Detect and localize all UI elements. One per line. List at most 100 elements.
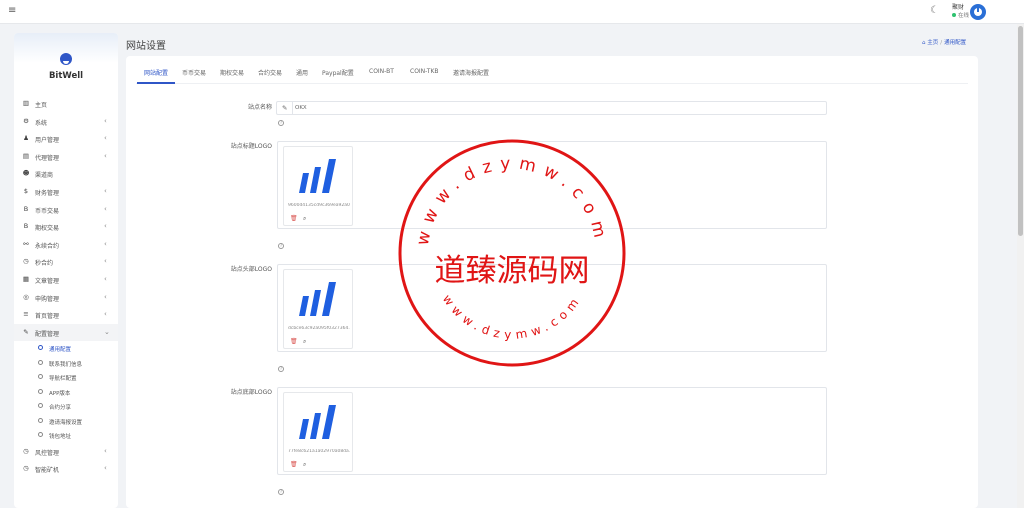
wrench-icon: ✎ (23, 327, 29, 336)
trash-icon[interactable]: 🗑 (290, 461, 298, 468)
chevron-left-icon: ‹ (104, 222, 107, 231)
tab-4[interactable]: 通用 (296, 68, 308, 77)
exchange-logo-icon (299, 405, 336, 439)
tab-3[interactable]: 合约交易 (258, 68, 282, 77)
logo-footer-upload[interactable]: 77fe8c621a1a02970a08da... 🗑 ⌕ (277, 387, 827, 475)
circle-icon (38, 388, 43, 394)
newspaper-icon: ▦ (22, 274, 30, 283)
submenu-item-3[interactable]: APP版本 (14, 385, 118, 400)
help-icon[interactable]: ? (278, 489, 284, 495)
circle-icon (38, 374, 43, 380)
breadcrumb: ⌂ 主页 / 通用配置 (922, 38, 966, 46)
chevron-left-icon: ‹ (104, 151, 107, 160)
bitcoin-icon: B (23, 204, 29, 213)
submenu-item-label: APP版本 (49, 390, 71, 397)
online-dot-icon (952, 13, 956, 17)
sidebar-item-after-1[interactable]: ◷ 智能矿机 ‹ (14, 460, 118, 478)
tab-bar: 网站配置 币币交易 期权交易 合约交易 通用 Paypal配置 COIN-BT COIN-TK… (136, 56, 968, 84)
dollar-icon: $ (23, 186, 29, 195)
site-name-field-wrap: ✎ (276, 101, 827, 115)
sidebar-item-label: 申购管理 (35, 295, 60, 303)
site-name-input[interactable] (295, 103, 795, 113)
tab-8[interactable]: 邀请海报配置 (453, 68, 489, 77)
sidebar-item-4[interactable]: ☻ 渠道商 (14, 165, 118, 183)
sidebar-item-label: 渠道商 (35, 172, 54, 180)
sidebar-item-3[interactable]: ▤ 代理管理 ‹ (14, 148, 118, 166)
sidebar-item-7[interactable]: B 期权交易 ‹ (14, 218, 118, 236)
sidebar-item-9[interactable]: ◷ 秒合约 ‹ (14, 253, 118, 271)
sidebar-item-13[interactable]: ✎ 配置管理 ⌄ (14, 323, 118, 342)
tab-7[interactable]: COIN-TKB (410, 68, 439, 75)
tab-2[interactable]: 期权交易 (220, 68, 244, 77)
sidebar-item-after-0[interactable]: ◷ 风控管理 ‹ (14, 443, 118, 461)
submenu-item-label: 联系我们信息 (49, 361, 83, 368)
submenu-item-1[interactable]: 联系我们信息 (14, 356, 118, 371)
pencil-icon: ✎ (282, 104, 288, 112)
circle-icon (38, 359, 43, 365)
sidebar-item-label: 用户管理 (35, 137, 60, 145)
sidebar-item-label: 期权交易 (35, 225, 60, 233)
sidebar: BitWell ▥ 主页 ⚙ 系统 ‹ ♟ 用户管理 ‹ ▤ 代理管理 ‹ ☻ 渠道商 $ 财务管理 ‹ B 币币… (14, 33, 118, 508)
logo-footer-label: 站点底部LOGO (230, 389, 272, 396)
trash-icon[interactable]: 🗑 (290, 215, 298, 222)
user-icon: ♟ (23, 134, 29, 143)
moon-icon[interactable]: ☾ (930, 5, 939, 16)
zoom-icon[interactable]: ⌕ (303, 215, 306, 223)
circle-icon (38, 345, 43, 351)
submenu-item-4[interactable]: 合约分享 (14, 399, 118, 414)
help-icon[interactable]: ? (278, 366, 284, 372)
sidebar-item-11[interactable]: ◎ 申购管理 ‹ (14, 289, 118, 307)
sidebar-item-label: 首页管理 (35, 313, 60, 321)
tab-5[interactable]: Paypal配置 (322, 68, 354, 77)
sidebar-item-10[interactable]: ▦ 文章管理 ‹ (14, 271, 118, 289)
sidebar-nav: ▥ 主页 ⚙ 系统 ‹ ♟ 用户管理 ‹ ▤ 代理管理 ‹ ☻ 渠道商 $ 财务管理 ‹ B 币币交易 ‹ B 期权交易… (14, 95, 118, 478)
submenu-item-2[interactable]: 导航栏配置 (14, 370, 118, 385)
submenu-item-label: 钱包地址 (49, 434, 72, 441)
chevron-left-icon: ‹ (104, 292, 107, 301)
home-icon: ⌂ (922, 40, 926, 46)
logo-title-filename: 9600d4135cd9c369ea92a0... (288, 203, 350, 208)
logo-footer-thumb: 77fe8c621a1a02970a08da... 🗑 ⌕ (283, 392, 353, 472)
chevron-left-icon: ‹ (104, 239, 107, 248)
submenu-item-0[interactable]: 通用配置 (14, 341, 118, 356)
list-icon: ≡ (23, 310, 29, 319)
chevron-left-icon: ‹ (104, 204, 107, 213)
user-circle-icon: ☻ (22, 169, 30, 178)
submenu-item-5[interactable]: 邀请海报设置 (14, 414, 118, 429)
sidebar-item-label: 币币交易 (35, 207, 60, 215)
breadcrumb-home[interactable]: 主页 (927, 40, 938, 46)
link-icon: ⚯ (23, 239, 29, 248)
clock-icon: ◷ (23, 446, 29, 455)
trash-icon[interactable]: 🗑 (290, 338, 298, 345)
zoom-icon[interactable]: ⌕ (303, 461, 306, 469)
id-card-icon: ▤ (22, 151, 30, 160)
help-icon[interactable]: ? (278, 243, 284, 249)
help-icon[interactable]: ? (278, 120, 284, 126)
zoom-icon[interactable]: ⌕ (303, 338, 306, 346)
user-info[interactable]: 聚财 在线 (952, 4, 969, 20)
sidebar-item-6[interactable]: B 币币交易 ‹ (14, 201, 118, 219)
gear-icon: ⚙ (23, 116, 29, 125)
tab-0[interactable]: 网站配置 (144, 68, 168, 77)
power-avatar-icon[interactable] (970, 4, 986, 20)
user-status: 在线 (952, 12, 969, 20)
sidebar-item-label: 财务管理 (35, 189, 60, 197)
page-scrollbar[interactable] (1017, 24, 1024, 508)
hamburger-icon[interactable]: ≡ (8, 5, 16, 16)
submenu-item-6[interactable]: 钱包地址 (14, 428, 118, 443)
sidebar-item-0[interactable]: ▥ 主页 (14, 95, 118, 113)
sidebar-item-1[interactable]: ⚙ 系统 ‹ (14, 113, 118, 131)
tab-1[interactable]: 币币交易 (182, 68, 206, 77)
page-title: 网站设置 (126, 41, 166, 52)
tab-6[interactable]: COIN-BT (369, 68, 394, 75)
sidebar-item-2[interactable]: ♟ 用户管理 ‹ (14, 130, 118, 148)
sidebar-item-5[interactable]: $ 财务管理 ‹ (14, 183, 118, 201)
input-divider (292, 102, 293, 114)
submenu-item-label: 导航栏配置 (49, 376, 77, 383)
scrollbar-thumb[interactable] (1018, 26, 1023, 236)
logo-header-upload[interactable]: dcbce63c92a095f0327364... 🗑 ⌕ (277, 264, 827, 352)
logo-title-upload[interactable]: 9600d4135cd9c369ea92a0... 🗑 ⌕ (277, 141, 827, 229)
sidebar-item-12[interactable]: ≡ 首页管理 ‹ (14, 306, 118, 324)
logo-title-thumb: 9600d4135cd9c369ea92a0... 🗑 ⌕ (283, 146, 353, 226)
sidebar-item-8[interactable]: ⚯ 永续合约 ‹ (14, 236, 118, 254)
